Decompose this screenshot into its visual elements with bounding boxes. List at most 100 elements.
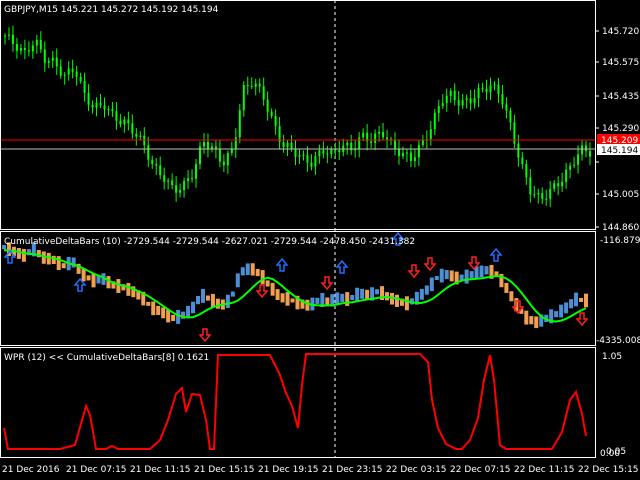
delta-bar (579, 297, 584, 302)
candle-body (441, 103, 444, 107)
trading-chart[interactable]: GBPJPY,M15 145.221 145.272 145.192 145.1… (0, 0, 640, 480)
price-label: 145.575 (602, 58, 639, 68)
wpr-axis-top: 1.05 (602, 352, 622, 362)
arrow-down-icon (423, 257, 437, 272)
candle-body (453, 90, 456, 101)
candle-body (151, 159, 154, 165)
candle-body (505, 104, 508, 111)
candle-body (43, 49, 46, 63)
delta-bar (434, 275, 439, 281)
candle-body (206, 141, 209, 150)
delta-bar (191, 301, 196, 314)
delta-bar (215, 298, 220, 309)
candle-body (397, 148, 400, 157)
delta-bar (171, 314, 176, 322)
delta-axis-bottom: -4335.008 (596, 336, 640, 346)
candle-body (581, 145, 584, 155)
delta-bar (245, 263, 250, 276)
candle-body (565, 169, 568, 182)
candle-body (107, 108, 110, 110)
delta-bar (46, 252, 51, 265)
candle-body (338, 149, 341, 153)
candle-body (477, 88, 480, 99)
candle-body (306, 154, 309, 163)
delta-bar (449, 270, 454, 282)
delta-bar (509, 291, 514, 302)
candle-body (449, 90, 452, 96)
candle-body (87, 92, 90, 105)
candle-body (47, 60, 50, 63)
delta-bar (275, 289, 280, 300)
delta-bar (419, 288, 424, 300)
delta-bar (355, 287, 360, 302)
candle-body (382, 131, 385, 138)
candle-body (378, 131, 381, 134)
candle-body (509, 110, 512, 123)
candle-body (75, 71, 78, 77)
candle-body (493, 84, 496, 86)
candle-body (163, 175, 166, 182)
wpr-panel-header: WPR (12) << CumulativeDeltaBars[8] 0.162… (4, 353, 209, 363)
candle-body (362, 132, 365, 138)
candle-body (413, 157, 416, 161)
main-panel-header: GBPJPY,M15 145.221 145.272 145.192 145.1… (4, 5, 219, 15)
candle-body (561, 181, 564, 187)
delta-bar (230, 291, 235, 297)
wpr-axis-bottom: 0.05 (606, 447, 626, 457)
candle-body (71, 68, 74, 72)
candle-body (553, 183, 556, 189)
candle-body (95, 102, 98, 108)
candle-body (266, 99, 269, 112)
candle-body (314, 156, 317, 167)
delta-bar (146, 301, 151, 306)
price-label: 145.290 (602, 124, 639, 134)
delta-bar (484, 266, 489, 275)
candle-body (286, 142, 289, 148)
delta-bar (91, 273, 96, 288)
candle-body (445, 95, 448, 104)
delta-bar (156, 305, 161, 316)
time-label: 22 Dec 11:15 (514, 465, 575, 475)
arrow-down-icon (198, 328, 212, 343)
candle-body (159, 165, 162, 176)
delta-bar (290, 298, 295, 303)
candle-body (290, 142, 293, 149)
time-label: 22 Dec 03:15 (386, 465, 447, 475)
candle-body (537, 193, 540, 195)
candle-body (401, 153, 404, 157)
candle-body (242, 84, 245, 111)
delta-bar (524, 310, 529, 325)
delta-bar (285, 292, 290, 306)
candle-body (370, 141, 373, 143)
delta-bar (315, 297, 320, 304)
delta-bar (529, 316, 534, 325)
candle-body (4, 35, 6, 37)
candle-body (183, 181, 186, 191)
candle-body (31, 45, 34, 52)
candle-body (461, 100, 464, 106)
delta-bar (250, 263, 255, 276)
delta-bar (161, 307, 166, 319)
candle-body (131, 123, 134, 134)
candle-body (230, 149, 233, 153)
candle-body (346, 142, 349, 146)
delta-bar (41, 251, 46, 264)
price-candles (4, 25, 591, 208)
time-label: 21 Dec 2016 (2, 465, 60, 475)
delta-bar (394, 294, 399, 307)
delta-bar (584, 293, 588, 308)
candle-body (529, 177, 532, 195)
candle-body (405, 152, 408, 154)
candle-body (298, 155, 301, 157)
candle-body (55, 57, 58, 67)
delta-bar (280, 293, 285, 303)
candle-body (258, 83, 261, 87)
candle-body (147, 145, 150, 160)
time-label: 21 Dec 23:15 (322, 465, 383, 475)
candle-body (67, 68, 70, 75)
time-label: 21 Dec 19:15 (258, 465, 319, 475)
candle-body (39, 40, 42, 50)
candle-body (83, 81, 86, 93)
candle-body (302, 154, 305, 156)
delta-bar (200, 289, 205, 303)
